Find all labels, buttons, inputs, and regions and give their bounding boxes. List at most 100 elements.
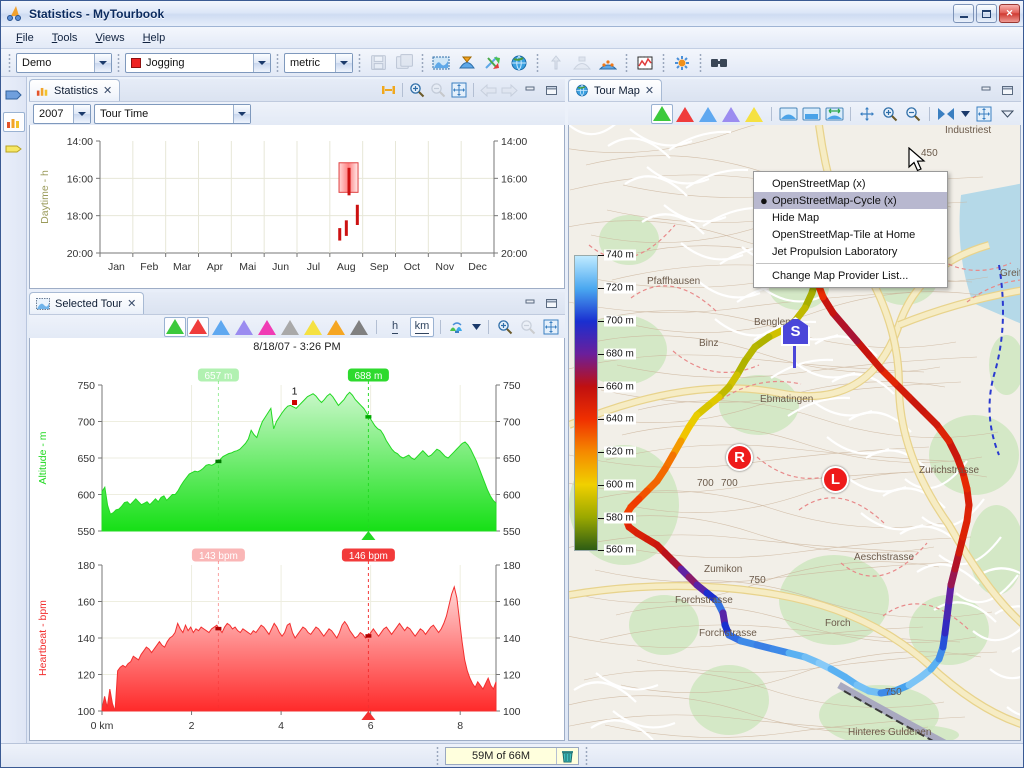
year-combo[interactable]: 2007 <box>33 103 91 124</box>
statistics-icon[interactable] <box>633 52 657 74</box>
close-button[interactable]: ✕ <box>999 4 1020 23</box>
map-marker-l[interactable]: L <box>822 466 849 493</box>
zoom-in-icon[interactable] <box>880 105 900 123</box>
close-icon[interactable]: ✕ <box>103 84 112 97</box>
graph-altimeter-button[interactable] <box>348 317 370 337</box>
tour-globe-icon[interactable] <box>507 52 531 74</box>
menu-file[interactable]: File <box>7 29 43 47</box>
graph-speed-button[interactable] <box>210 317 232 337</box>
perspective-statistics-icon[interactable] <box>2 112 25 132</box>
show-tour-in-map-icon[interactable] <box>778 105 798 123</box>
save-all-icon[interactable] <box>392 52 416 74</box>
menu-tools[interactable]: Tools <box>43 29 87 47</box>
map-marker-r[interactable]: R <box>726 444 753 471</box>
map-canvas[interactable]: Industriest 450 Greif Pfaffhausen Benglen Bin… <box>569 125 1020 740</box>
graph-altitude-button[interactable] <box>164 316 186 337</box>
synch-map-with-chart-icon[interactable] <box>824 105 844 123</box>
tour-segmenter-icon[interactable] <box>570 52 594 74</box>
x-axis-distance-button[interactable]: km <box>410 316 434 337</box>
maximize-view-icon[interactable] <box>541 294 561 312</box>
perspective-tag-yellow-icon[interactable] <box>3 139 25 159</box>
zoom-in-icon[interactable] <box>407 81 427 99</box>
graph-cadence-button[interactable] <box>302 317 324 337</box>
forward-arrow-icon[interactable] <box>499 81 519 99</box>
zoom-out-icon[interactable] <box>903 105 923 123</box>
chevron-down-icon[interactable] <box>73 104 90 123</box>
graph-temperature-button[interactable] <box>279 317 301 337</box>
tour-search-icon[interactable] <box>707 52 731 74</box>
maximize-button[interactable] <box>976 4 997 23</box>
minimize-button[interactable] <box>953 4 974 23</box>
show-start-time-icon[interactable] <box>447 318 467 336</box>
map-provider-icon[interactable] <box>936 105 956 123</box>
x-axis-time-button[interactable]: h <box>383 317 407 337</box>
statistics-chart-canvas[interactable]: 14:00 14:00 16:00 16:00 18:00 18:00 20:00 20:00… <box>29 125 565 289</box>
unit-combo[interactable]: metric <box>284 52 353 73</box>
legend-tick-label: 720 m <box>604 282 636 294</box>
map-graph-altitude-button[interactable] <box>651 103 673 124</box>
tour-analyzer-icon[interactable] <box>670 52 694 74</box>
tour-marker-icon[interactable] <box>596 52 620 74</box>
tour-book-icon[interactable] <box>429 52 453 74</box>
chevron-down-icon[interactable] <box>335 53 352 72</box>
map-provider-menu-item[interactable]: ● OpenStreetMap-Cycle (x) <box>754 192 947 209</box>
dropdown-arrow-icon[interactable] <box>470 318 482 336</box>
map-provider-menu-item[interactable]: Hide Map <box>754 209 947 226</box>
person-combo[interactable]: Demo <box>16 52 112 73</box>
tab-selected-tour[interactable]: Selected Tour ✕ <box>29 292 145 314</box>
close-icon[interactable]: ✕ <box>127 297 136 310</box>
chevron-down-icon[interactable] <box>253 53 270 72</box>
chevron-down-icon[interactable] <box>233 104 250 123</box>
menu-views[interactable]: Views <box>86 29 133 47</box>
tour-chart-canvas[interactable]: 8/18/07 - 3:26 PM 750 750 700 700 650 650 600 6… <box>29 338 565 741</box>
synch-map-icon[interactable] <box>857 105 877 123</box>
heartbeat-chart[interactable]: 180 180 160 160 140 140 120 120 100 100 0 km 2 4 6 8 He… <box>30 543 564 738</box>
fit-map-icon[interactable] <box>974 105 994 123</box>
graph-gradient-button[interactable] <box>325 317 347 337</box>
map-graph-speed-button[interactable] <box>697 104 719 124</box>
back-arrow-icon[interactable] <box>478 81 498 99</box>
show-tour-marker-icon[interactable] <box>801 105 821 123</box>
statistic-type-combo[interactable]: Tour Time <box>94 103 251 124</box>
tour-type-combo[interactable]: Jogging <box>125 52 271 73</box>
minimize-view-icon[interactable] <box>520 81 540 99</box>
perspective-tour-blue-icon[interactable] <box>3 85 25 105</box>
trash-icon[interactable] <box>556 747 578 764</box>
zoom-out-icon[interactable] <box>518 318 538 336</box>
tab-statistics[interactable]: Statistics ✕ <box>29 79 121 101</box>
statistics-chart-plot[interactable]: 14:00 14:00 16:00 16:00 18:00 18:00 20:00 20:00… <box>30 125 564 285</box>
synch-chart-icon[interactable] <box>378 81 398 99</box>
graph-pulse-button[interactable] <box>187 316 209 337</box>
zoom-in-icon[interactable] <box>495 318 515 336</box>
tour-compare-icon[interactable] <box>481 52 505 74</box>
maximize-view-icon[interactable] <box>997 81 1017 99</box>
map-graph-gradient-icon <box>745 106 763 122</box>
tour-import-icon[interactable] <box>544 52 568 74</box>
fit-graph-icon[interactable] <box>541 318 561 336</box>
close-icon[interactable]: ✕ <box>645 84 654 97</box>
map-canvas-container[interactable]: Industriest 450 Greif Pfaffhausen Benglen Bin… <box>568 125 1021 741</box>
map-graph-pace-button[interactable] <box>720 104 742 124</box>
map-graph-pulse-button[interactable] <box>674 104 696 124</box>
menu-help[interactable]: Help <box>134 29 175 47</box>
view-menu-icon[interactable] <box>997 105 1017 123</box>
map-provider-menu[interactable]: OpenStreetMap (x) ● OpenStreetMap-Cycle (x… <box>753 171 948 288</box>
map-provider-menu-item[interactable]: OpenStreetMap (x) <box>754 175 947 192</box>
maximize-view-icon[interactable] <box>541 81 561 99</box>
map-provider-menu-item[interactable]: Jet Propulsion Laboratory <box>754 243 947 260</box>
map-graph-gradient-button[interactable] <box>743 104 765 124</box>
minimize-view-icon[interactable] <box>520 294 540 312</box>
fit-graph-icon[interactable] <box>449 81 469 99</box>
graph-pace-button[interactable] <box>233 317 255 337</box>
change-map-provider-list-item[interactable]: Change Map Provider List... <box>754 267 947 284</box>
graph-power-button[interactable] <box>256 317 278 337</box>
chevron-down-icon[interactable] <box>94 53 111 72</box>
altitude-chart[interactable]: 750 750 700 700 650 650 600 600 550 550 Altitude -… <box>30 353 564 543</box>
save-icon[interactable] <box>366 52 390 74</box>
tour-map-icon[interactable] <box>455 52 479 74</box>
zoom-out-icon[interactable] <box>428 81 448 99</box>
map-provider-dropdown-arrow-icon[interactable] <box>959 105 971 123</box>
minimize-view-icon[interactable] <box>976 81 996 99</box>
map-provider-menu-item[interactable]: OpenStreetMap-Tile at Home <box>754 226 947 243</box>
tab-tour-map[interactable]: Tour Map ✕ <box>568 79 663 101</box>
